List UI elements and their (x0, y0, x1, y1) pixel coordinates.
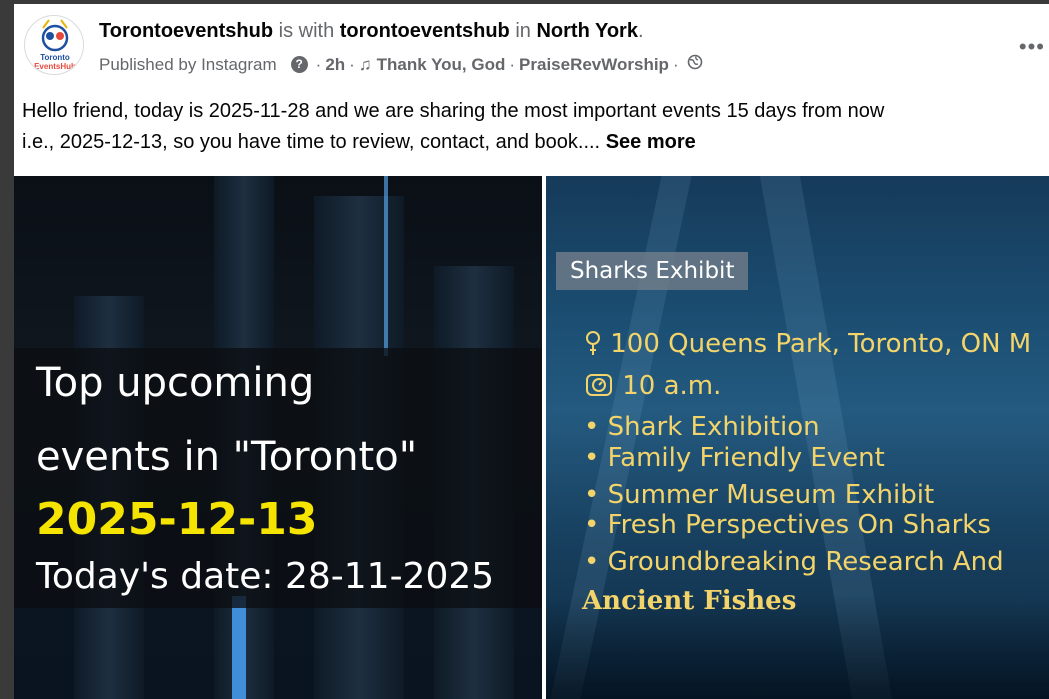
meta-sep-1: · (315, 54, 322, 74)
more-options-icon[interactable]: ••• (1019, 34, 1045, 60)
post-image-right[interactable]: Sharks Exhibit 100 Queens Park, Toronto,… (546, 176, 1049, 699)
post-text-line-1: Hello friend, today is 2025-11-28 and we… (22, 100, 885, 122)
post-card: Toronto EventsHub Torontoeventshub is wi… (14, 4, 1049, 699)
time-row: 10 a.m. (584, 371, 721, 401)
tagged-user-link[interactable]: torontoeventshub (340, 20, 510, 42)
time-ago-link[interactable]: 2h (325, 55, 345, 75)
event-date: 2025-12-13 (36, 494, 318, 545)
avatar-text-bottom: EventsHub (34, 62, 76, 71)
song-title-link[interactable]: Thank You, God (377, 55, 506, 75)
is-with-text: is with (278, 20, 335, 42)
author-avatar[interactable]: Toronto EventsHub (24, 15, 84, 75)
header-period: . (637, 20, 644, 42)
music-note-icon: ♫ (358, 54, 372, 74)
bullet-tail-text: Ancient Fishes (582, 586, 797, 616)
city-light (384, 176, 388, 356)
city-light (232, 596, 246, 699)
headline-line-2: events in "Toronto" (36, 434, 418, 480)
bullet-item: • Shark Exhibition (584, 412, 820, 442)
time-text: 10 a.m. (622, 371, 722, 401)
post-text-line-2-wrap: i.e., 2025-12-13, so you have time to re… (22, 127, 1049, 158)
post-image-left[interactable]: Top upcoming events in "Toronto" 2025-12… (14, 176, 542, 699)
bullet-item: • Summer Museum Exhibit (584, 480, 935, 510)
todays-date: Today's date: 28-11-2025 (36, 556, 495, 597)
meta-sep-2: · (349, 54, 355, 74)
alarm-clock-icon (584, 371, 622, 401)
post-header: Torontoeventshub is with torontoeventshu… (99, 20, 644, 43)
address-row: 100 Queens Park, Toronto, ON M (584, 329, 1031, 359)
address-text: 100 Queens Park, Toronto, ON M (610, 329, 1032, 359)
globe-icon[interactable] (687, 54, 703, 75)
post-meta: Published by Instagram ? · 2h · ♫ Thank … (99, 54, 703, 75)
location-pin-icon (584, 329, 610, 359)
post-body: Hello friend, today is 2025-11-28 and we… (22, 96, 1049, 158)
headline-line-1: Top upcoming (36, 360, 315, 406)
question-icon[interactable]: ? (290, 56, 308, 73)
published-by-text: Published by Instagram (99, 54, 277, 74)
meta-sep-4: · (672, 54, 679, 74)
author-name-link[interactable]: Torontoeventshub (99, 20, 273, 42)
avatar-text-top: Toronto (40, 53, 70, 62)
artist-link[interactable]: PraiseRevWorship (519, 55, 669, 75)
bullet-item: • Fresh Perspectives On Sharks (584, 510, 991, 540)
post-text-line-2: i.e., 2025-12-13, so you have time to re… (22, 131, 601, 153)
bullet-item: • Family Friendly Event (584, 443, 885, 473)
location-link[interactable]: North York (536, 20, 638, 42)
in-text: in (515, 20, 531, 42)
meta-sep-3: · (509, 54, 516, 74)
bullet-item: • Groundbreaking Research And (584, 547, 1004, 577)
exhibit-title-tag: Sharks Exhibit (556, 252, 749, 290)
see-more-link[interactable]: See more (606, 131, 696, 153)
